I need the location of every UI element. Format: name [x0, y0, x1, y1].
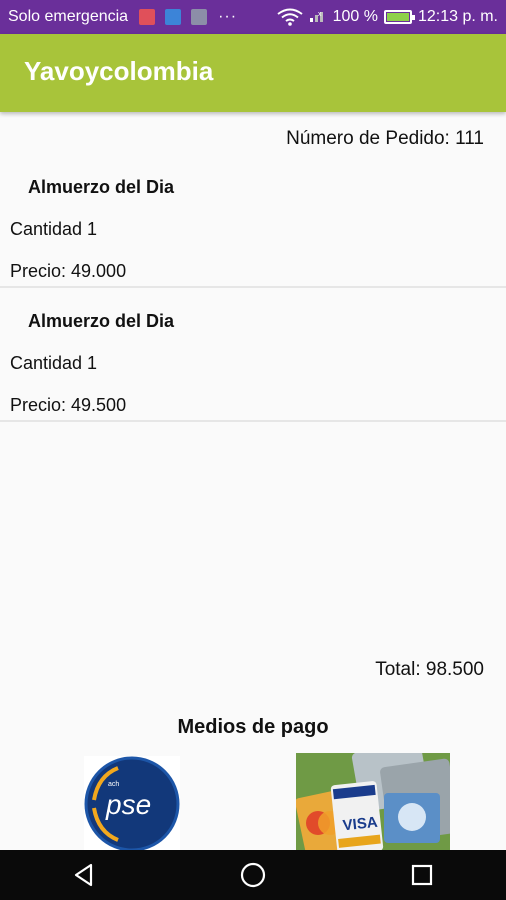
home-button[interactable]: [193, 850, 313, 900]
battery-percent: 100 %: [332, 8, 378, 25]
home-circle-icon: [240, 862, 266, 888]
more-notifications-icon: ···: [218, 8, 238, 25]
recents-button[interactable]: [362, 850, 482, 900]
credit-cards-icon: VISA: [296, 753, 450, 850]
order-item: Almuerzo del Dia Cantidad 1 Precio: 49.0…: [0, 153, 506, 288]
item-quantity: Cantidad 1: [10, 353, 98, 373]
carrier-label: Solo emergencia: [8, 8, 129, 25]
order-total: Total: 98.500: [375, 659, 484, 680]
pse-logo-text: pse: [105, 789, 151, 820]
item-name: Almuerzo del Dia: [28, 177, 175, 197]
notification-app-icon: [139, 9, 156, 25]
payment-methods-title: Medios de pago: [177, 716, 329, 738]
order-number: Número de Pedido: 111: [286, 128, 484, 149]
item-quantity: Cantidad 1: [10, 219, 98, 239]
recents-square-icon: [411, 864, 432, 886]
status-bar: Solo emergencia ··· x 100 % 12:13 p. m.: [0, 0, 506, 34]
back-triangle-icon: [75, 863, 93, 887]
card-payment-option[interactable]: VISA: [296, 753, 450, 850]
wifi-icon: [276, 8, 303, 26]
back-button[interactable]: [24, 850, 144, 900]
svg-text:x: x: [318, 11, 322, 18]
order-item: Almuerzo del Dia Cantidad 1 Precio: 49.5…: [0, 287, 506, 422]
battery-icon: [383, 10, 415, 24]
navigation-bar: [0, 850, 506, 900]
pse-payment-option[interactable]: ach pse: [84, 756, 180, 850]
pse-logo-icon: ach pse: [84, 756, 180, 850]
signal-icon: x: [309, 7, 327, 28]
app-bar: Yavoycolombia: [0, 34, 506, 112]
item-name: Almuerzo del Dia: [28, 311, 175, 331]
pse-small-text: ach: [108, 781, 119, 788]
clock: 12:13 p. m.: [417, 8, 498, 25]
app-title: Yavoycolombia: [24, 56, 214, 86]
item-price: Precio: 49.500: [10, 395, 127, 415]
usb-notification-icon: [165, 9, 182, 25]
gallery-notification-icon: [191, 9, 208, 25]
item-price: Precio: 49.000: [10, 261, 127, 281]
